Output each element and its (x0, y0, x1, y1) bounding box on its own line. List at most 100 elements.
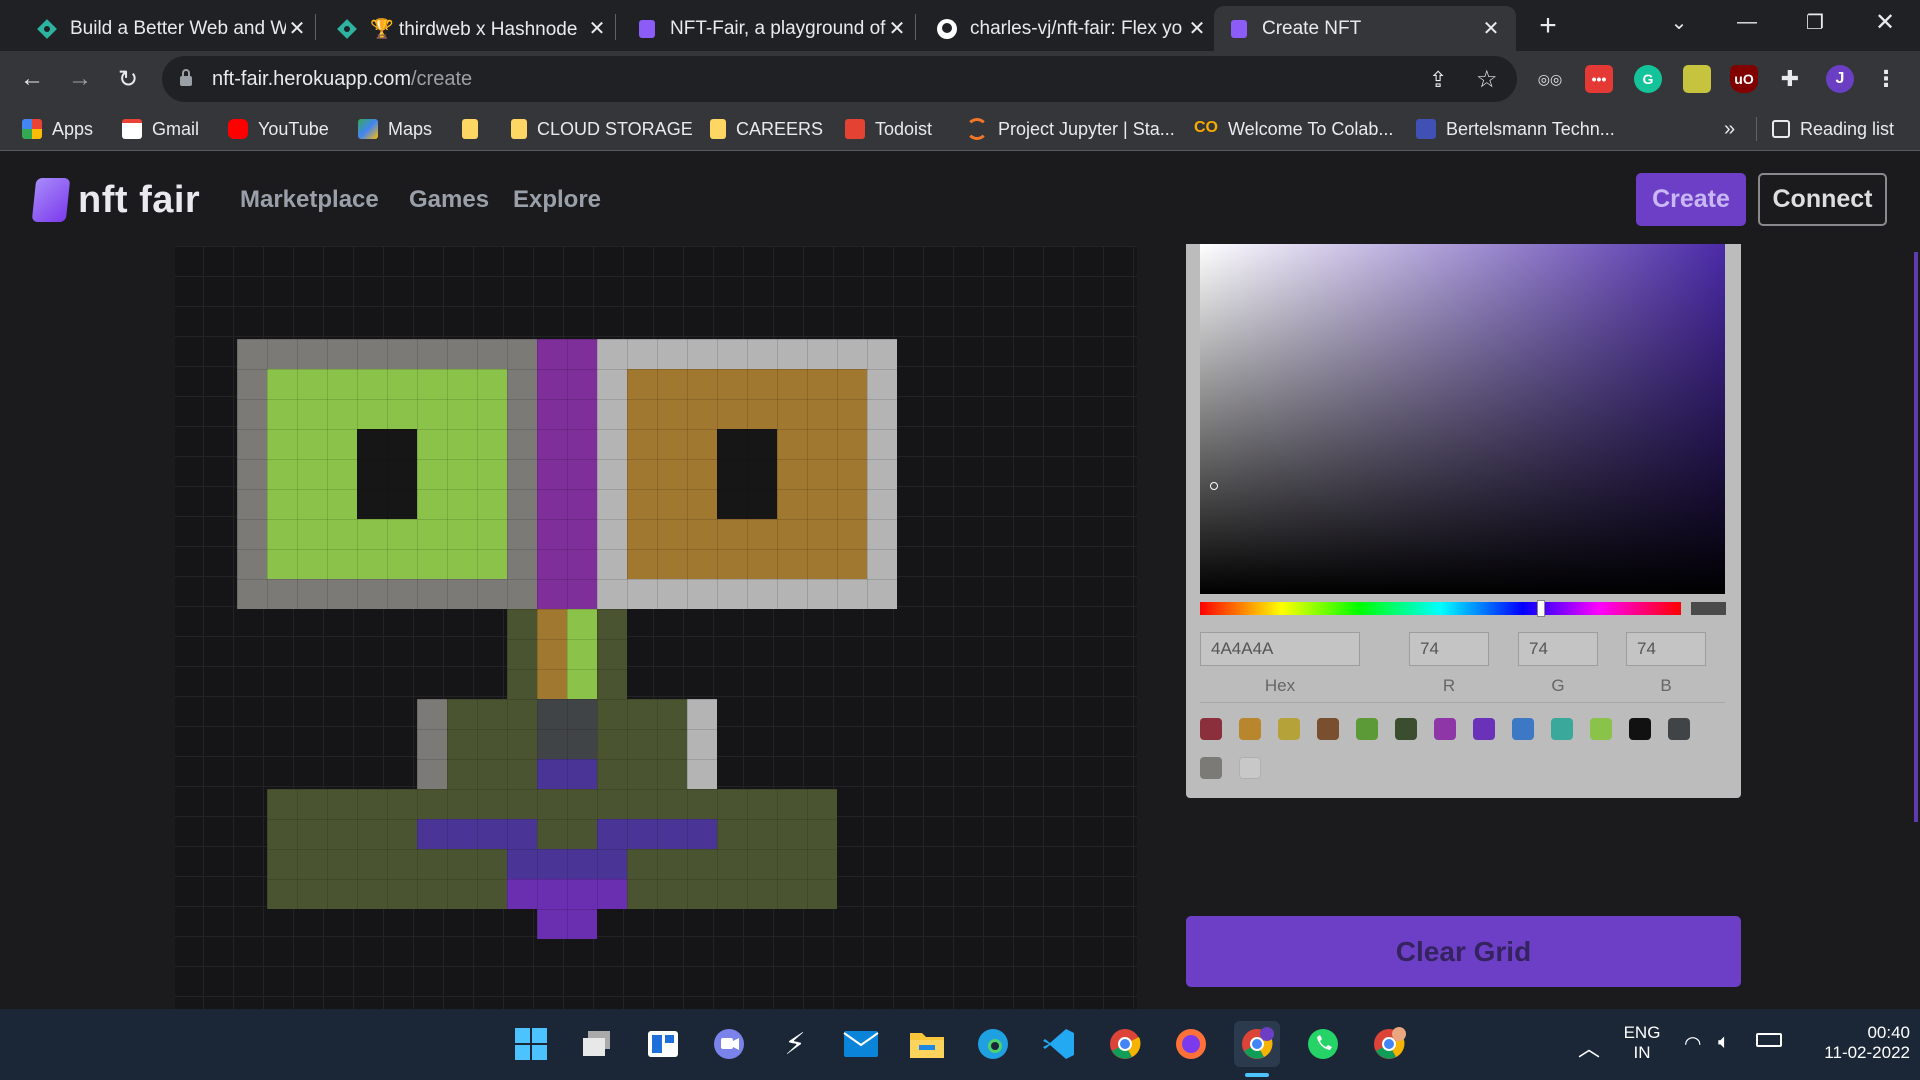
color-swatch[interactable] (1473, 718, 1495, 740)
color-swatch[interactable] (1278, 718, 1300, 740)
pixel-block[interactable] (687, 699, 717, 789)
wifi-icon[interactable]: ◠ (1684, 1031, 1701, 1056)
hue-slider[interactable] (1200, 600, 1681, 617)
nft-fair-logo[interactable]: nft fair (31, 178, 200, 222)
pixel-block[interactable] (537, 909, 597, 939)
color-swatch[interactable] (1200, 718, 1222, 740)
nav-marketplace[interactable]: Marketplace (240, 186, 379, 214)
bookmark-folder[interactable] (462, 115, 488, 143)
color-swatch[interactable] (1317, 718, 1339, 740)
restore-button[interactable]: ❐ (1785, 0, 1845, 44)
tab-github-nft-fair[interactable]: charles-vj/nft-fair: Flex yo ✕ (922, 6, 1222, 51)
pixel-block[interactable] (597, 819, 717, 849)
kebab-menu-icon[interactable]: ⋮ (1872, 65, 1900, 93)
lock-icon[interactable] (178, 68, 194, 93)
vscode-icon[interactable] (1036, 1021, 1082, 1067)
color-swatch[interactable] (1200, 757, 1222, 779)
bookmark-todoist[interactable]: Todoist (845, 115, 932, 143)
hex-input[interactable] (1200, 632, 1360, 666)
extension-glasses-icon[interactable]: ◎◎ (1536, 65, 1564, 93)
pixel-block[interactable] (537, 699, 597, 759)
bookmark-jupyter[interactable]: Project Jupyter | Sta... (966, 115, 1175, 143)
pixel-block[interactable] (507, 849, 627, 879)
close-icon[interactable]: ✕ (586, 16, 608, 41)
tab-thirdweb-hashnode[interactable]: 🏆 thirdweb x Hashnode ✕ (322, 6, 622, 51)
color-swatch[interactable] (1395, 718, 1417, 740)
color-swatch[interactable] (1434, 718, 1456, 740)
extensions-puzzle-icon[interactable]: ✚ (1776, 65, 1804, 93)
extension-grammarly-icon[interactable]: G (1634, 65, 1662, 93)
clear-grid-button[interactable]: Clear Grid (1186, 916, 1741, 987)
create-button[interactable]: Create (1636, 173, 1746, 226)
nav-explore[interactable]: Explore (513, 186, 601, 214)
pixel-block[interactable] (417, 819, 537, 849)
more-bookmarks-button[interactable]: » (1724, 115, 1735, 143)
color-swatch[interactable] (1551, 718, 1573, 740)
tab-build-better-web[interactable]: Build a Better Web and W ✕ (22, 6, 322, 51)
chrome-icon[interactable] (1102, 1021, 1148, 1067)
close-icon[interactable]: ✕ (1480, 16, 1502, 41)
new-tab-button[interactable]: + (1518, 4, 1578, 48)
pixel-block[interactable] (537, 609, 567, 699)
tab-search-chevron-icon[interactable]: ⌄ (1649, 0, 1709, 44)
bookmark-bertelsmann[interactable]: Bertelsmann Techn... (1416, 115, 1615, 143)
page-scrollbar[interactable] (1914, 252, 1918, 822)
bookmark-maps[interactable]: Maps (358, 115, 432, 143)
bookmark-gmail[interactable]: Gmail (122, 115, 199, 143)
pixel-block[interactable] (567, 609, 597, 699)
extension-ublock-icon[interactable]: uO (1730, 65, 1758, 93)
color-swatch[interactable] (1239, 757, 1261, 779)
color-swatch[interactable] (1629, 718, 1651, 740)
tab-nft-fair-playground[interactable]: NFT-Fair, a playground of ✕ (622, 6, 922, 51)
back-button[interactable]: ← (14, 61, 50, 97)
reload-button[interactable]: ↻ (110, 61, 146, 97)
bookmark-careers[interactable]: CAREERS (710, 115, 823, 143)
extension-screenshot-icon[interactable] (1683, 65, 1711, 93)
connect-button[interactable]: Connect (1758, 173, 1887, 226)
volume-icon[interactable]: 🔈︎ (1718, 1031, 1730, 1054)
color-swatch[interactable] (1356, 718, 1378, 740)
g-input[interactable] (1518, 632, 1598, 666)
bookmark-cloud-storage[interactable]: CLOUD STORAGE (511, 115, 693, 143)
saturation-handle[interactable] (1210, 482, 1218, 490)
windows-start-icon[interactable] (508, 1021, 554, 1067)
show-hidden-icons-chevron-icon[interactable]: ︿ (1578, 1031, 1600, 1063)
color-swatch[interactable] (1239, 718, 1261, 740)
language-indicator[interactable]: ENG IN (1620, 1023, 1664, 1063)
clock[interactable]: 00:40 11-02-2022 (1800, 1023, 1910, 1063)
close-icon[interactable]: ✕ (1186, 16, 1208, 41)
mail-icon[interactable] (838, 1021, 884, 1067)
nav-games[interactable]: Games (409, 186, 489, 214)
color-swatch[interactable] (1590, 718, 1612, 740)
pixel-canvas[interactable] (175, 246, 1137, 1009)
close-icon[interactable]: ✕ (286, 16, 308, 41)
bookmark-colab[interactable]: CO Welcome To Colab... (1194, 115, 1393, 143)
pixel-block[interactable] (507, 879, 627, 909)
profile-avatar[interactable]: J (1826, 65, 1854, 93)
pixel-block[interactable] (417, 699, 447, 789)
chrome-profile-2-icon[interactable] (1366, 1021, 1412, 1067)
chrome-profile-icon[interactable] (1234, 1021, 1280, 1067)
firefox-icon[interactable] (1168, 1021, 1214, 1067)
pixel-block[interactable] (357, 429, 417, 519)
bookmark-apps[interactable]: Apps (22, 115, 93, 143)
close-icon[interactable]: ✕ (886, 16, 908, 41)
pixel-block[interactable] (717, 429, 777, 519)
minimize-button[interactable]: — (1717, 0, 1777, 44)
bookmark-youtube[interactable]: YouTube (228, 115, 329, 143)
pixel-block[interactable] (537, 759, 597, 789)
tab-create-nft[interactable]: Create NFT ✕ (1214, 6, 1516, 51)
r-input[interactable] (1409, 632, 1489, 666)
share-icon[interactable]: ⇪ (1429, 67, 1447, 93)
edge-icon[interactable] (970, 1021, 1016, 1067)
bookmark-star-icon[interactable]: ☆ (1476, 65, 1498, 94)
hue-slider-thumb[interactable] (1537, 600, 1545, 617)
extension-lastpass-icon[interactable]: ••• (1585, 65, 1613, 93)
reading-list-button[interactable]: Reading list (1772, 115, 1894, 143)
battery-icon[interactable] (1756, 1033, 1782, 1047)
address-bar[interactable]: nft-fair.herokuapp.com/create ⇪ ☆ (162, 56, 1517, 102)
color-swatch[interactable] (1668, 718, 1690, 740)
pixel-block[interactable] (537, 339, 597, 609)
widgets-icon[interactable] (640, 1021, 686, 1067)
file-explorer-icon[interactable] (904, 1021, 950, 1067)
